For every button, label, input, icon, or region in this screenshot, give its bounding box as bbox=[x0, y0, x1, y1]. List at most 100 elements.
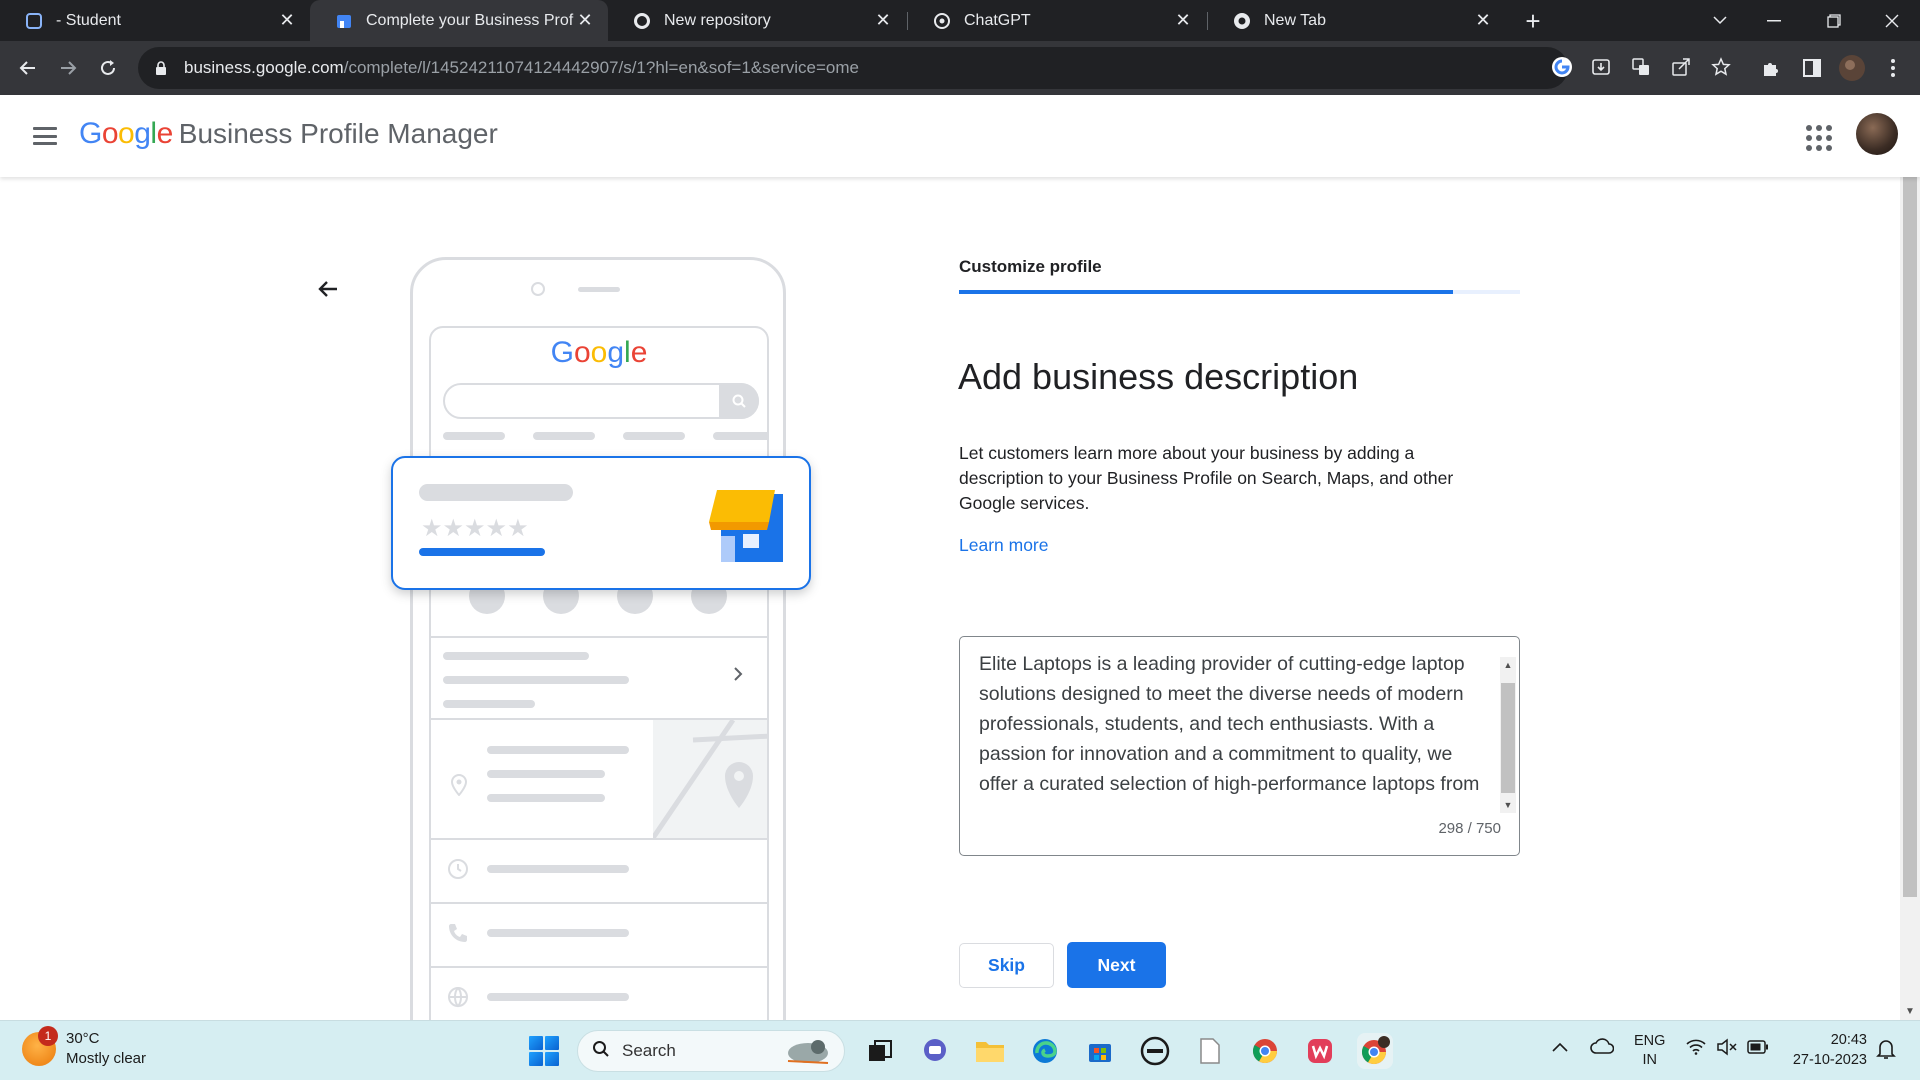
close-tab-icon[interactable]: ✕ bbox=[574, 10, 596, 32]
phone-illustration: Google bbox=[410, 257, 786, 1020]
mini-search-icon bbox=[719, 383, 759, 419]
search-icon bbox=[592, 1040, 610, 1063]
chrome-menu-icon[interactable] bbox=[1878, 53, 1908, 83]
system-clock[interactable]: 20:43 27-10-2023 bbox=[1787, 1030, 1867, 1070]
url-path: /complete/l/14524211074124442907/s/1?hl=… bbox=[343, 58, 859, 77]
business-description-field[interactable]: Elite Laptops is a leading provider of c… bbox=[959, 636, 1520, 856]
edge-browser-icon[interactable] bbox=[1027, 1033, 1063, 1069]
chrome-icon[interactable] bbox=[1247, 1033, 1283, 1069]
scroll-up-arrow-icon[interactable]: ▲ bbox=[1500, 657, 1516, 673]
close-window-icon[interactable] bbox=[1864, 0, 1920, 41]
tab-search-chevron-icon[interactable] bbox=[1692, 0, 1748, 41]
next-button[interactable]: Next bbox=[1067, 942, 1166, 988]
extensions-puzzle-icon[interactable] bbox=[1756, 53, 1786, 83]
teams-chat-icon[interactable] bbox=[917, 1033, 953, 1069]
chrome-profile-icon[interactable] bbox=[1357, 1033, 1393, 1069]
back-icon[interactable] bbox=[12, 52, 44, 84]
google-apps-grid-icon[interactable] bbox=[1802, 121, 1832, 151]
dell-icon[interactable] bbox=[1137, 1033, 1173, 1069]
chevron-right-icon bbox=[733, 666, 743, 687]
file-explorer-icon[interactable] bbox=[972, 1033, 1008, 1069]
wifi-icon[interactable] bbox=[1686, 1039, 1706, 1059]
back-arrow-icon[interactable] bbox=[312, 273, 344, 305]
notepad-file-icon[interactable] bbox=[1192, 1033, 1228, 1069]
google-lens-icon[interactable] bbox=[1549, 54, 1575, 80]
tab-chatgpt[interactable]: ChatGPT ✕ bbox=[908, 0, 1206, 41]
account-avatar[interactable] bbox=[1856, 113, 1898, 155]
address-bar[interactable]: business.google.com/complete/l/145242110… bbox=[138, 47, 1568, 89]
description-text: Let customers learn more about your busi… bbox=[959, 443, 1454, 513]
translate-icon[interactable] bbox=[1628, 54, 1654, 80]
divider bbox=[431, 636, 767, 638]
brand[interactable]: Google Business Profile Manager bbox=[79, 117, 498, 151]
skip-button[interactable]: Skip bbox=[959, 943, 1054, 988]
volume-muted-icon[interactable] bbox=[1716, 1038, 1738, 1060]
start-button-windows-icon[interactable] bbox=[529, 1036, 559, 1066]
textarea-scrollbar[interactable]: ▲ ▼ bbox=[1500, 657, 1516, 813]
weather-sun-icon: 1 bbox=[22, 1026, 58, 1066]
tab-title: New Tab bbox=[1264, 11, 1326, 29]
lock-icon[interactable] bbox=[152, 59, 170, 77]
tab-title: New repository bbox=[664, 11, 771, 29]
reload-icon[interactable] bbox=[92, 52, 124, 84]
tab-new-tab[interactable]: New Tab ✕ bbox=[1208, 0, 1506, 41]
tab-title: - Student bbox=[56, 11, 121, 29]
weather-widget[interactable]: 1 30°C Mostly clear bbox=[22, 1026, 146, 1069]
clock-time: 20:43 bbox=[1830, 1032, 1867, 1048]
close-tab-icon[interactable]: ✕ bbox=[1172, 10, 1194, 32]
tab-business-profile[interactable]: Complete your Business Profile ✕ bbox=[310, 0, 608, 41]
battery-icon[interactable] bbox=[1747, 1040, 1769, 1058]
learn-more-link[interactable]: Learn more bbox=[959, 535, 1049, 556]
divider bbox=[431, 902, 767, 904]
language-code: ENG bbox=[1634, 1033, 1666, 1049]
scroll-thumb[interactable] bbox=[1501, 683, 1515, 793]
restore-window-icon[interactable] bbox=[1806, 0, 1862, 41]
business-card-illustration: ★★★★★ bbox=[391, 456, 811, 590]
input-language[interactable]: ENG IN bbox=[1634, 1032, 1665, 1070]
notifications-bell-icon[interactable] bbox=[1876, 1038, 1896, 1064]
close-tab-icon[interactable]: ✕ bbox=[872, 10, 894, 32]
show-hidden-icons-chevron-icon[interactable] bbox=[1552, 1039, 1568, 1056]
tab-new-repository[interactable]: New repository ✕ bbox=[608, 0, 906, 41]
main-menu-icon[interactable] bbox=[28, 122, 62, 150]
phone-screen: Google bbox=[429, 326, 769, 1020]
storefront-icon bbox=[707, 486, 785, 567]
page-scroll-down-arrow-icon[interactable]: ▼ bbox=[1900, 1002, 1920, 1020]
weather-temperature: 30°C bbox=[66, 1030, 100, 1047]
close-tab-icon[interactable]: ✕ bbox=[1472, 10, 1494, 32]
microsoft-store-icon[interactable] bbox=[1082, 1033, 1118, 1069]
install-app-icon[interactable] bbox=[1588, 54, 1614, 80]
placeholder-line bbox=[443, 676, 629, 684]
forward-icon[interactable] bbox=[52, 52, 84, 84]
onedrive-cloud-icon[interactable] bbox=[1590, 1038, 1615, 1058]
placeholder-line bbox=[487, 865, 629, 873]
phone-icon bbox=[447, 922, 469, 949]
page-scroll-thumb[interactable] bbox=[1903, 177, 1917, 897]
business-description-value[interactable]: Elite Laptops is a leading provider of c… bbox=[979, 649, 1489, 805]
wps-office-icon[interactable] bbox=[1302, 1033, 1338, 1069]
placeholder-line bbox=[487, 794, 605, 802]
character-counter: 298 / 750 bbox=[1438, 820, 1501, 837]
new-tab-plus-icon[interactable]: + bbox=[1518, 6, 1548, 36]
taskbar-search[interactable]: Search bbox=[577, 1030, 845, 1072]
placeholder-line bbox=[443, 432, 505, 440]
scroll-down-arrow-icon[interactable]: ▼ bbox=[1500, 797, 1516, 813]
page-scrollbar[interactable]: ▼ bbox=[1900, 177, 1920, 1020]
github-favicon-icon bbox=[632, 11, 652, 31]
bookmark-star-icon[interactable] bbox=[1708, 54, 1734, 80]
google-logo-mini: Google bbox=[550, 336, 648, 369]
task-view-icon[interactable] bbox=[862, 1033, 898, 1069]
profile-avatar-icon[interactable] bbox=[1837, 53, 1867, 83]
progress-fill bbox=[959, 290, 1453, 294]
chatgpt-favicon-icon bbox=[932, 11, 952, 31]
placeholder-line bbox=[713, 432, 767, 440]
tab-student[interactable]: - Student ✕ bbox=[0, 0, 310, 41]
close-tab-icon[interactable]: ✕ bbox=[276, 10, 298, 32]
business-profile-favicon-icon bbox=[334, 11, 354, 31]
side-panel-icon[interactable] bbox=[1797, 53, 1827, 83]
clock-date: 27-10-2023 bbox=[1792, 1052, 1867, 1068]
share-icon[interactable] bbox=[1668, 54, 1694, 80]
placeholder-line bbox=[623, 432, 685, 440]
rating-stars-icon: ★★★★★ bbox=[421, 515, 529, 542]
minimize-window-icon[interactable] bbox=[1746, 0, 1802, 41]
